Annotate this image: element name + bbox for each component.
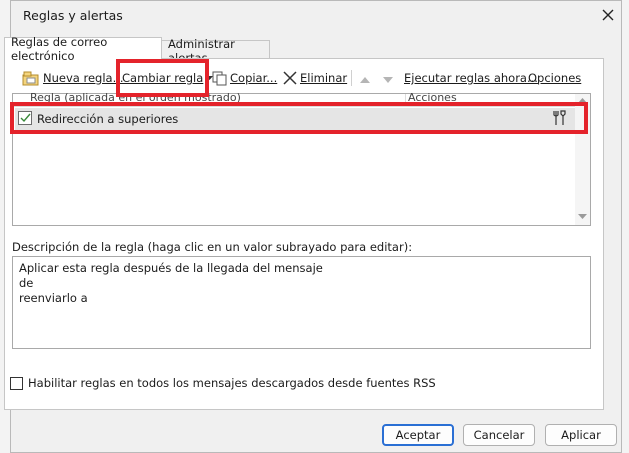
delete-rule-label: Eliminar (300, 71, 348, 85)
window-title: Reglas y alertas (23, 8, 123, 23)
checkmark-icon (20, 113, 31, 123)
description-line: Aplicar esta regla después de la llegada… (19, 261, 323, 275)
title-bar: Reglas y alertas (11, 1, 621, 31)
rule-actions-button[interactable] (552, 110, 568, 129)
tab-manage-alerts[interactable]: Administrar alertas (162, 37, 270, 65)
rule-name: Redirección a superiores (37, 112, 179, 126)
description-label: Descripción de la regla (haga clic en un… (12, 240, 413, 254)
rules-list-scrollbar[interactable] (575, 94, 590, 225)
copy-icon (212, 71, 227, 86)
ok-button[interactable]: Aceptar (382, 424, 454, 446)
description-line: de (19, 276, 34, 290)
rule-row[interactable]: Redirección a superiores (15, 108, 575, 130)
cancel-button[interactable]: Cancelar (463, 424, 535, 446)
options-label: Opciones (528, 71, 582, 85)
move-down-button[interactable] (383, 73, 393, 87)
run-rules-button[interactable]: Ejecutar reglas ahora... (404, 68, 538, 88)
rule-description-box[interactable]: Aplicar esta regla después de la llegada… (12, 256, 591, 349)
change-rule-label: Cambiar regla (122, 71, 204, 85)
triangle-up-icon (360, 77, 370, 83)
rss-rules-option[interactable]: Habilitar reglas en todos los mensajes d… (10, 376, 436, 390)
triangle-down-icon (383, 77, 393, 83)
delete-rule-button[interactable]: Eliminar (283, 68, 347, 88)
rss-checkbox[interactable] (10, 376, 23, 390)
tools-icon (553, 110, 566, 125)
copy-rule-button[interactable]: Copiar... (212, 68, 277, 88)
column-actions[interactable]: Acciones (408, 91, 457, 104)
scroll-up-arrow-icon[interactable] (578, 97, 587, 104)
close-icon (602, 9, 614, 21)
toolbar-separator (351, 70, 352, 86)
tab-email-rules[interactable]: Reglas de correo electrónico (4, 35, 162, 63)
options-button[interactable]: Opciones (528, 68, 581, 88)
tab-email-rules-label: Reglas de correo electrónico (11, 34, 108, 63)
new-rule-button[interactable]: Nueva regla... (22, 68, 124, 88)
description-line: reenviarlo a (19, 291, 88, 305)
rss-label: Habilitar reglas en todos los mensajes d… (28, 376, 436, 390)
rule-enabled-checkbox[interactable] (18, 111, 32, 125)
delete-icon (283, 71, 297, 85)
move-up-button[interactable] (360, 73, 370, 87)
column-separator (405, 94, 406, 106)
scroll-down-arrow-icon[interactable] (578, 213, 587, 220)
close-button[interactable] (597, 5, 619, 25)
rules-list-header: Regla (aplicada en el orden mostrado) Ac… (13, 91, 575, 107)
new-rule-icon (22, 70, 40, 86)
rules-list[interactable]: Regla (aplicada en el orden mostrado) Ac… (12, 91, 591, 226)
column-rule[interactable]: Regla (aplicada en el orden mostrado) (30, 91, 241, 104)
new-rule-label: Nueva regla... (43, 71, 124, 85)
apply-button[interactable]: Aplicar (545, 424, 617, 446)
run-rules-label: Ejecutar reglas ahora... (404, 71, 538, 85)
copy-rule-label: Copiar... (230, 71, 278, 85)
change-rule-button[interactable]: Cambiar regla (122, 68, 214, 88)
